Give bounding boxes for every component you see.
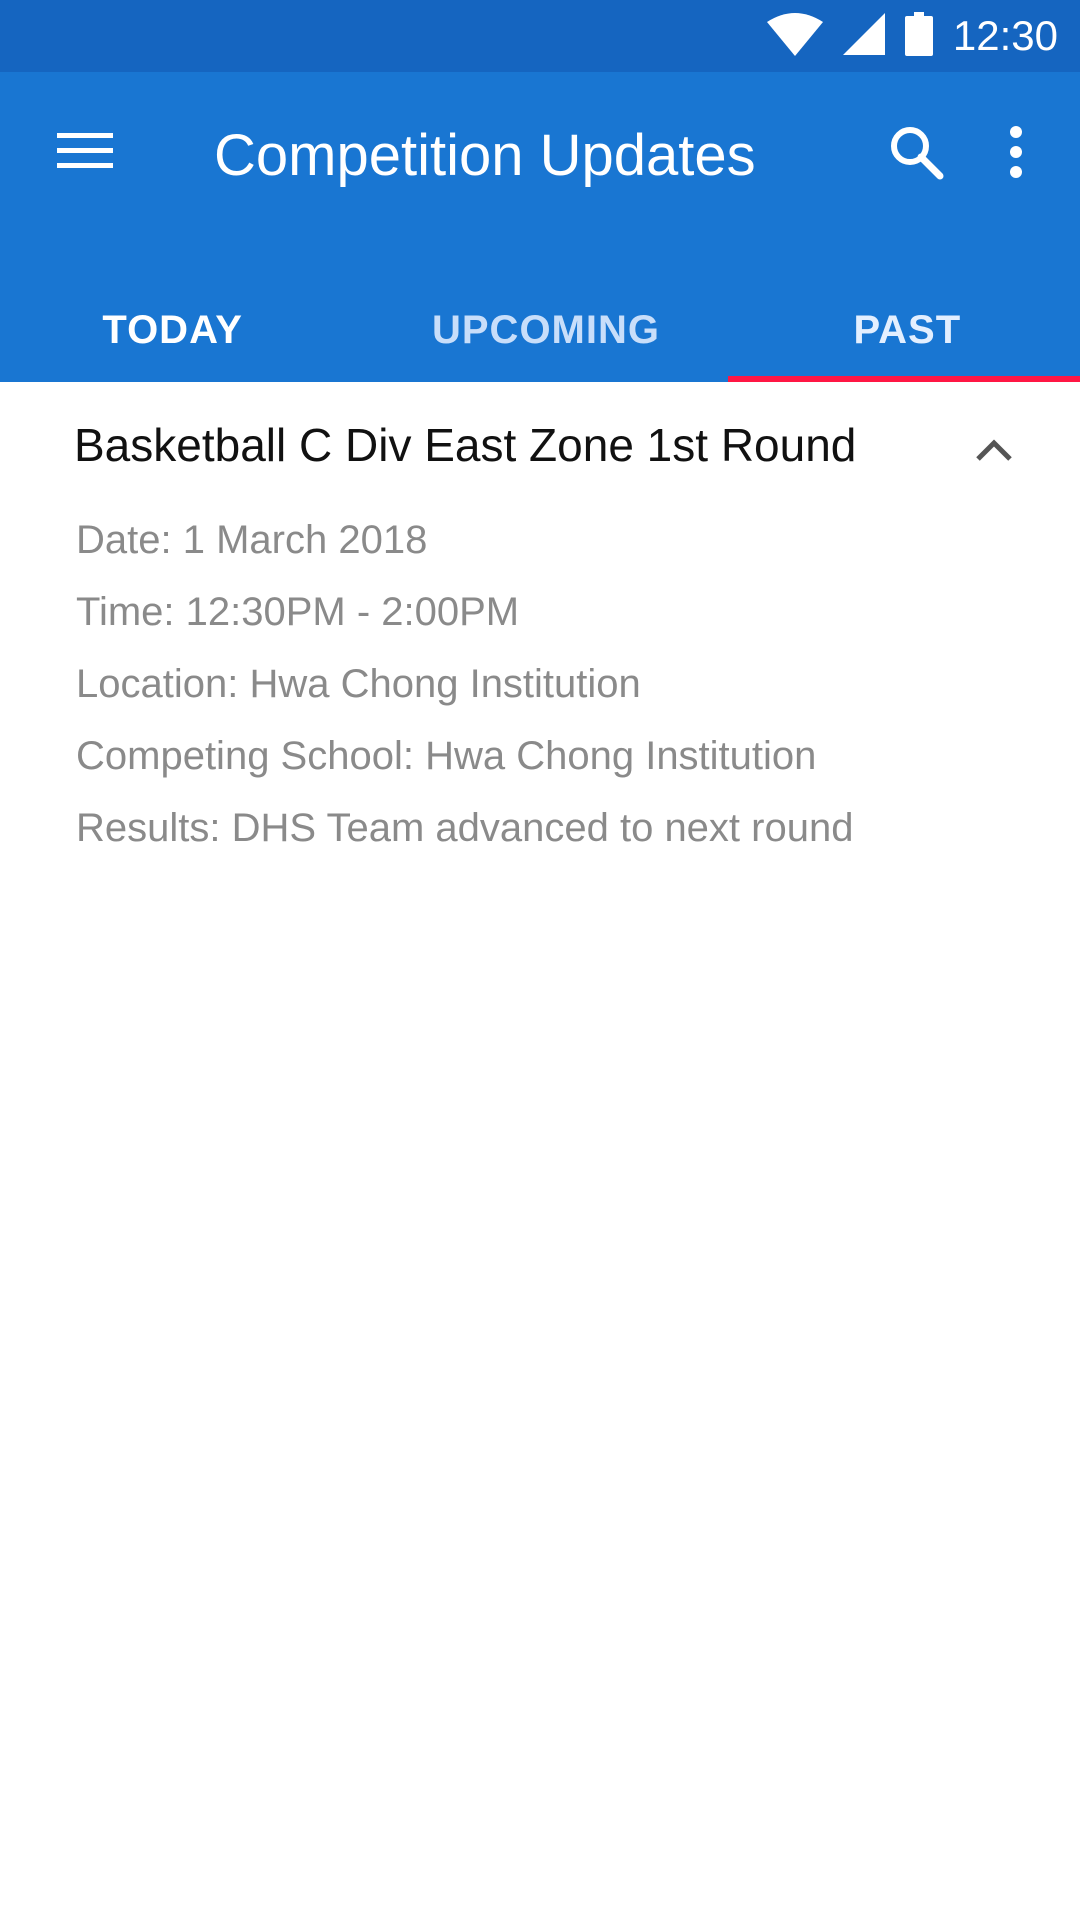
tab-past[interactable]: PAST xyxy=(719,308,1080,382)
status-bar: 12:30 xyxy=(0,0,1080,72)
detail-time: Time: 12:30PM - 2:00PM xyxy=(76,590,520,634)
more-options-button[interactable] xyxy=(986,118,1046,190)
menu-icon xyxy=(57,131,113,176)
detail-date: Date: 1 March 2018 xyxy=(76,518,428,562)
competition-details: Date: 1 March 2018 Time: 12:30PM - 2:00P… xyxy=(76,504,853,864)
tab-today[interactable]: TODAY xyxy=(0,308,373,382)
menu-button[interactable] xyxy=(40,118,130,188)
search-button[interactable] xyxy=(880,118,952,190)
status-time: 12:30 xyxy=(952,12,1058,59)
competition-header[interactable]: Basketball C Div East Zone 1st Round xyxy=(0,382,1080,502)
competition-title: Basketball C Div East Zone 1st Round xyxy=(74,419,857,471)
wifi-icon xyxy=(766,12,823,61)
tab-upcoming[interactable]: UPCOMING xyxy=(373,308,718,382)
detail-competing-school: Competing School: Hwa Chong Institution xyxy=(76,734,817,778)
signal-icon xyxy=(842,12,885,60)
toolbar: Competition Updates xyxy=(0,72,1080,244)
chevron-up-icon xyxy=(974,437,1014,468)
status-icons: 12:30 xyxy=(766,0,1080,72)
app-bar: Competition Updates TODAY UPCOMING PAST xyxy=(0,72,1080,382)
tab-bar: TODAY UPCOMING PAST xyxy=(0,308,1080,382)
search-icon xyxy=(888,124,944,185)
more-vert-icon xyxy=(1008,125,1024,183)
battery-icon xyxy=(904,11,933,61)
app-title: Competition Updates xyxy=(214,123,756,188)
detail-results: Results: DHS Team advanced to next round xyxy=(76,806,854,850)
collapse-button[interactable] xyxy=(964,422,1024,482)
detail-location: Location: Hwa Chong Institution xyxy=(76,662,641,706)
